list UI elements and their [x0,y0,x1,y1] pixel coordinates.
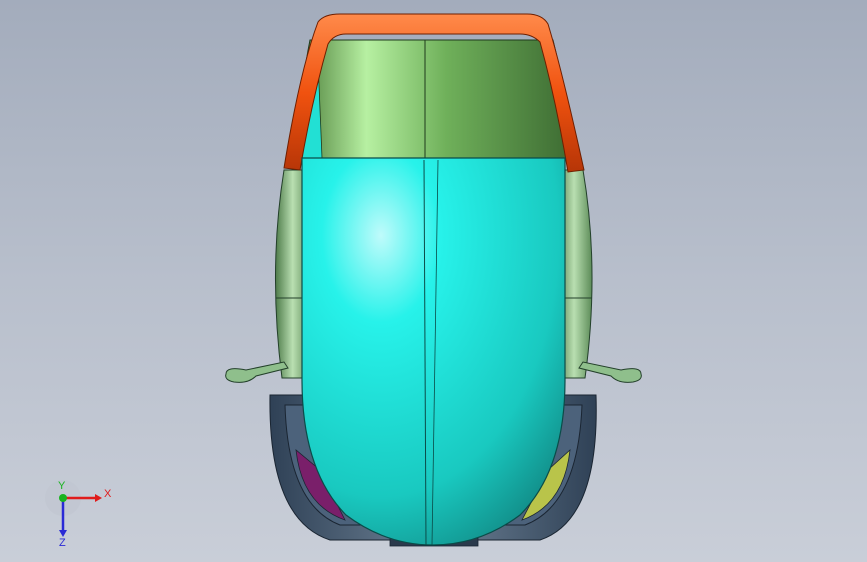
axis-triad: X Y Z [45,480,112,548]
body-shell[interactable] [301,157,566,546]
upper-canopy[interactable] [299,39,567,159]
axis-z-label: Z [59,537,66,548]
axis-x-label: X [104,488,112,500]
cad-viewport[interactable]: X Y Z [0,0,867,562]
vehicle-model[interactable] [0,0,867,562]
axis-y-label: Y [58,480,66,492]
